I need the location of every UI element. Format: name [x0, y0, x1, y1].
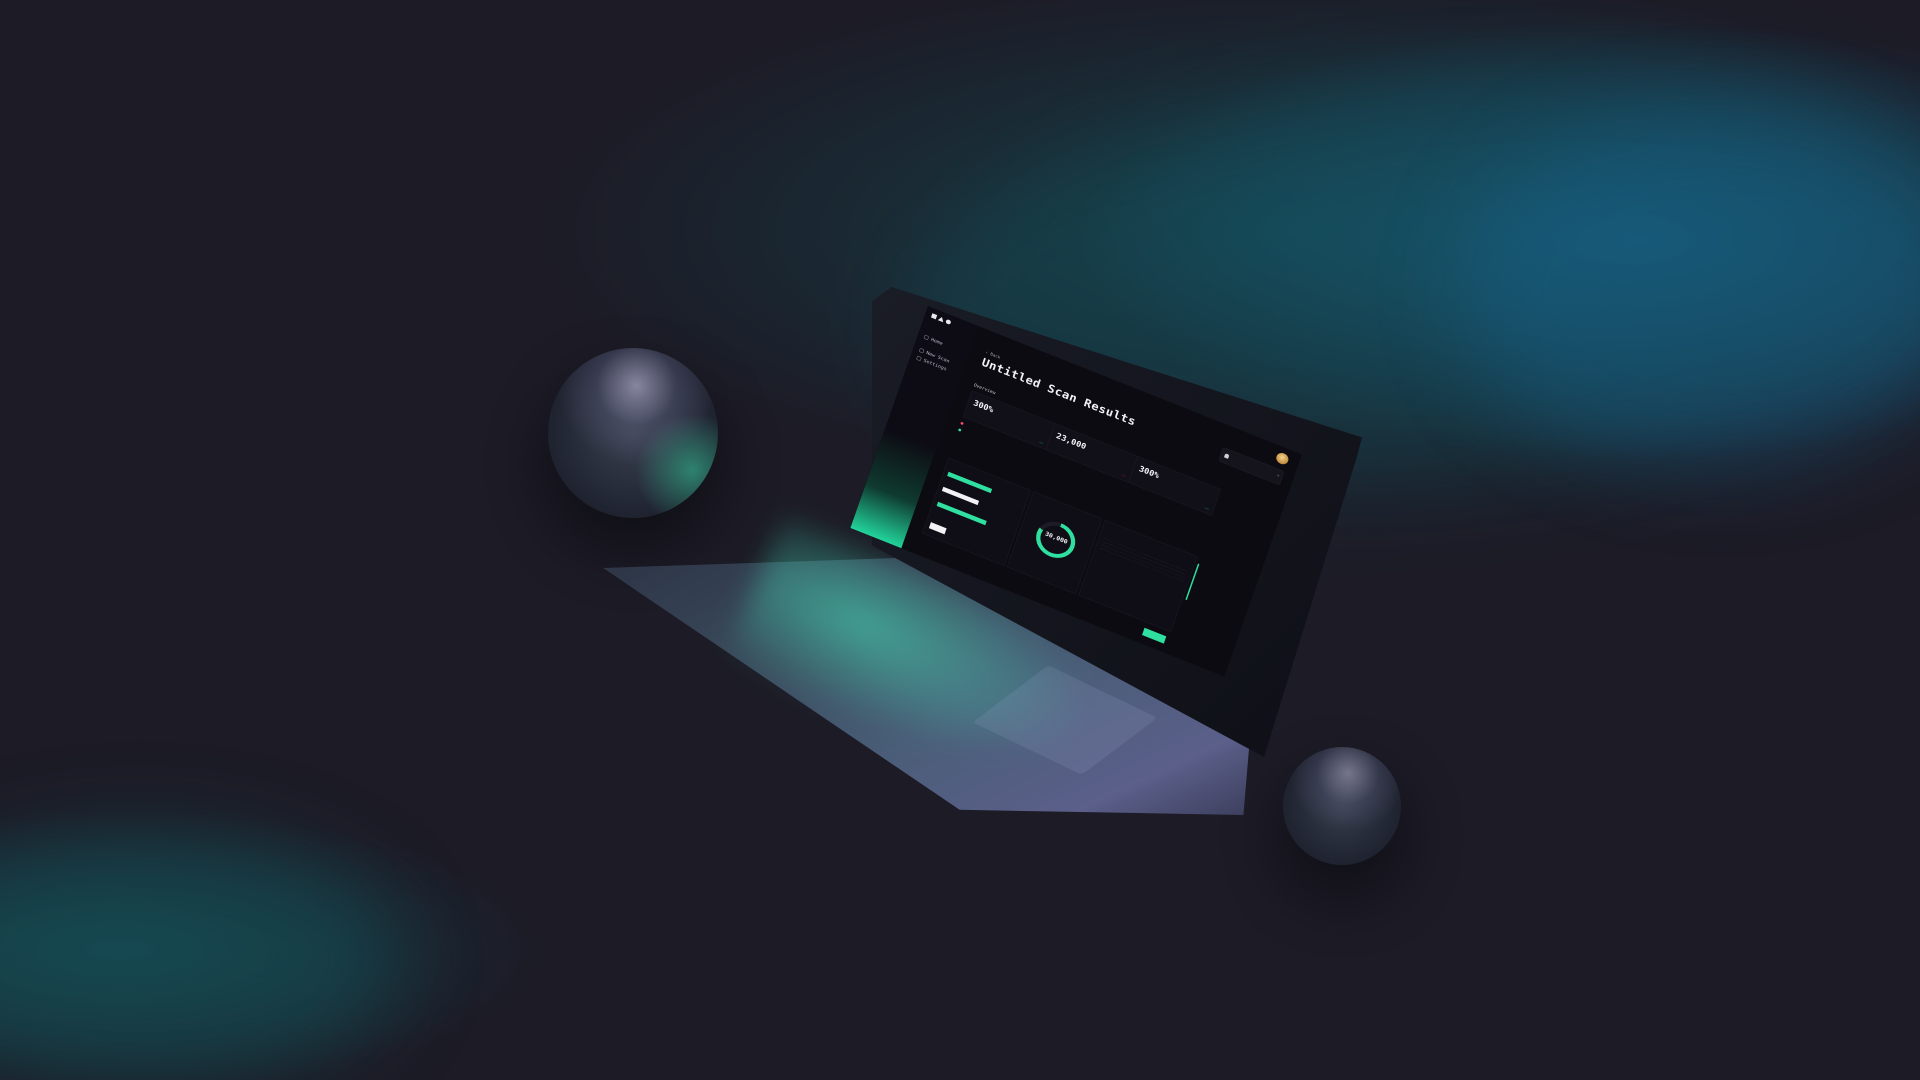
bell-icon [1223, 453, 1230, 459]
sidebar-item-home[interactable]: Home [923, 334, 943, 346]
mini-table [1099, 535, 1189, 582]
stat-card: 300% [1129, 457, 1221, 516]
stat-card: 300% [963, 390, 1056, 450]
stat-value: 300% [972, 398, 995, 415]
alert-item[interactable] [957, 428, 964, 433]
avatar[interactable] [1274, 451, 1290, 467]
alert-status-icon [960, 421, 964, 426]
app-logo [930, 313, 952, 325]
trend-badge [1038, 441, 1044, 445]
logo-triangle-icon [937, 315, 945, 323]
alert-item[interactable] [960, 421, 966, 427]
logo-circle-icon [945, 318, 952, 325]
scan-info-row [1219, 527, 1263, 545]
scan-info-row [1219, 527, 1263, 545]
table-panel [1078, 519, 1198, 633]
decorative-sphere-right [1283, 747, 1401, 865]
gear-icon [916, 355, 922, 362]
scene-background: Home New Scan Settings × ‹ Back Untitled… [0, 0, 1920, 1080]
close-icon[interactable]: × [1276, 473, 1280, 478]
small-action-button[interactable] [928, 522, 947, 535]
scan-info-row [1219, 527, 1263, 545]
logo-square-icon [930, 313, 938, 320]
scan-info-row [1219, 527, 1263, 545]
scan-info-panel [1219, 524, 1264, 544]
user-menu[interactable] [1271, 450, 1290, 467]
donut-value: 30,000 [1044, 530, 1069, 546]
ok-status-icon [957, 428, 962, 432]
plus-icon [919, 348, 925, 354]
stat-value: 23,000 [1055, 431, 1088, 452]
trend-badge [1204, 507, 1210, 511]
primary-action-button[interactable] [1142, 627, 1167, 644]
progress-bar [936, 501, 987, 526]
donut-hole: 30,000 [1036, 521, 1075, 559]
scan-info-title [1220, 524, 1264, 542]
stat-card: 23,000 [1046, 423, 1138, 483]
stat-value: 300% [1137, 463, 1161, 481]
trend-badge [1121, 474, 1127, 478]
decorative-sphere-left [548, 348, 718, 518]
sidebar-item-label: Home [930, 336, 944, 347]
background-glow-bottom [0, 830, 400, 1080]
home-icon [923, 334, 929, 341]
donut-chart: 30,000 [1031, 515, 1081, 564]
progress-bar [941, 486, 980, 506]
